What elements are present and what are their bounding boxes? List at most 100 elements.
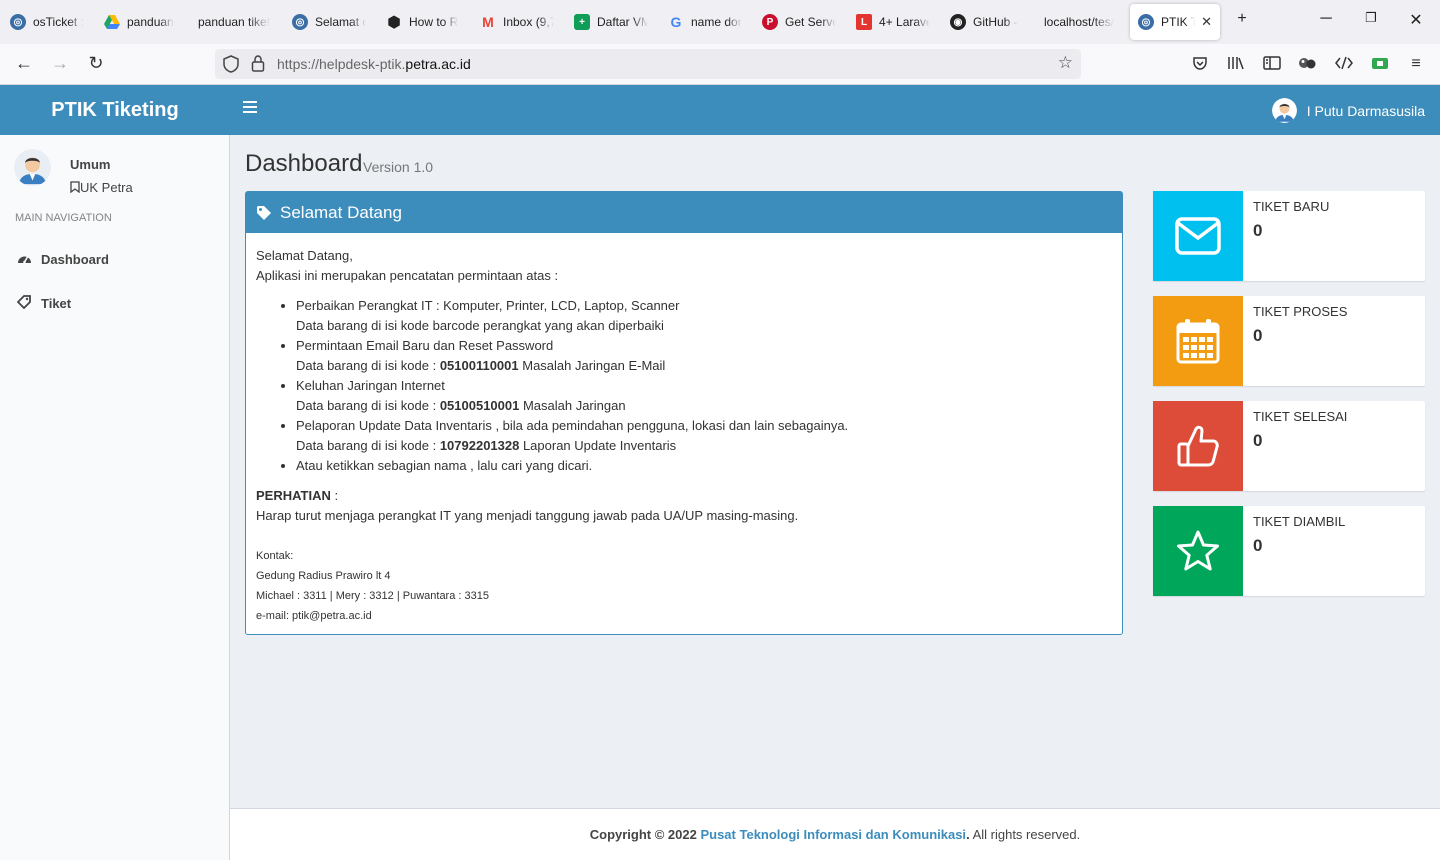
contact-info: Kontak: Gedung Radius Prawiro lt 4 Micha… xyxy=(256,546,1112,626)
service-detail-text: Data barang di isi kode : xyxy=(296,398,440,413)
avatar xyxy=(1271,98,1297,123)
back-icon[interactable]: ← xyxy=(12,53,36,74)
hexagon-icon: ⬢ xyxy=(387,14,401,31)
browser-tab[interactable]: ⬢ How to R xyxy=(386,4,460,40)
service-title: Keluhan Jaringan Internet xyxy=(296,378,445,393)
stat-box-tiket-diambil[interactable]: TIKET DIAMBIL 0 xyxy=(1153,506,1425,596)
attention-text: Harap turut menjaga perangkat IT yang me… xyxy=(256,508,799,523)
dashboard-icon xyxy=(17,252,35,267)
library-icon[interactable] xyxy=(1226,55,1246,74)
globe-icon: ◎ xyxy=(292,14,308,30)
browser-tab[interactable]: panduan tiket xyxy=(198,4,272,40)
service-detail: Data barang di isi kode : 10792201328 La… xyxy=(296,436,1112,456)
browser-tab[interactable]: panduan xyxy=(104,4,176,40)
attention-line: PERHATIAN : xyxy=(256,486,1112,506)
service-detail-text: Data barang di isi kode : xyxy=(296,438,440,453)
sidebar-toggle-icon[interactable] xyxy=(1262,55,1282,74)
browser-tab[interactable]: + Daftar VM xyxy=(574,4,648,40)
service-title: Perbaikan Perangkat IT : Komputer, Print… xyxy=(296,298,680,313)
service-detail-text: Data barang di isi kode barcode perangka… xyxy=(296,318,664,333)
stat-label: TIKET BARU xyxy=(1253,199,1330,214)
globe-icon: ◎ xyxy=(1138,14,1154,30)
user-menu[interactable]: I Putu Darmasusila xyxy=(1271,98,1425,123)
browser-tab[interactable]: ◉ GitHub - xyxy=(950,4,1024,40)
service-title: Pelaporan Update Data Inventaris , bila … xyxy=(296,418,849,433)
sidebar: Umum UK Petra MAIN NAVIGATION Dashboard … xyxy=(0,135,230,860)
sidebar-user-org-label: UK Petra xyxy=(80,180,133,195)
reload-icon[interactable]: ↻ xyxy=(84,53,108,74)
browser-tab[interactable]: Gname dor xyxy=(668,4,742,40)
sidebar-item-label: Tiket xyxy=(41,295,72,311)
restore-icon[interactable]: ❐ xyxy=(1361,10,1381,26)
url-prefix: https://helpdesk-ptik. xyxy=(277,56,406,72)
welcome-box-body: Selamat Datang, Aplikasi ini merupakan p… xyxy=(246,233,1122,639)
lock-icon[interactable] xyxy=(251,55,265,75)
sidebar-toggle-button[interactable] xyxy=(243,100,257,119)
bookmark-star-icon[interactable]: ☆ xyxy=(1058,53,1073,73)
stat-box-tiket-baru[interactable]: TIKET BARU 0 xyxy=(1153,191,1425,281)
contact-address: Gedung Radius Prawiro lt 4 xyxy=(256,570,391,582)
google-icon: G xyxy=(670,14,682,30)
minimize-icon[interactable]: ─ xyxy=(1316,10,1336,28)
contact-email: e-mail: ptik@petra.ac.id xyxy=(256,610,372,622)
stat-icon-bg xyxy=(1153,506,1243,596)
stat-label: TIKET SELESAI xyxy=(1253,409,1348,424)
thumbs-up-icon xyxy=(1177,425,1219,467)
nav-header: MAIN NAVIGATION xyxy=(15,212,112,224)
attention-label: PERHATIAN xyxy=(256,488,331,503)
stat-box-tiket-selesai[interactable]: TIKET SELESAI 0 xyxy=(1153,401,1425,491)
browser-tab[interactable]: ◎ Selamat d xyxy=(292,4,366,40)
page-subtitle: Version 1.0 xyxy=(363,159,434,175)
pocket-icon[interactable] xyxy=(1190,55,1210,74)
attention-colon: : xyxy=(330,488,339,503)
browser-tab[interactable]: L 4+ Larave xyxy=(856,4,930,40)
new-tab-icon[interactable]: + xyxy=(1232,10,1252,28)
browser-tab[interactable]: ◎ osTicket : xyxy=(10,4,84,40)
green-extension-icon[interactable] xyxy=(1370,55,1390,74)
item-code: 05100110001 xyxy=(439,358,519,373)
menu-icon[interactable]: ≡ xyxy=(1406,55,1426,73)
url-bar[interactable]: https://helpdesk-ptik.petra.ac.id ☆ xyxy=(215,49,1081,79)
sidebar-item-dashboard[interactable]: Dashboard xyxy=(17,249,109,269)
envelope-icon xyxy=(1175,217,1221,255)
bookmark-icon xyxy=(70,181,80,194)
globe-icon: ◎ xyxy=(10,14,26,30)
header-user-name: I Putu Darmasusila xyxy=(1306,102,1425,119)
stat-label: TIKET DIAMBIL xyxy=(1253,514,1346,529)
list-item: Permintaan Email Baru dan Reset Password… xyxy=(296,336,1112,376)
forward-icon[interactable]: → xyxy=(48,53,72,74)
welcome-box-title: Selamat Datang xyxy=(280,202,402,222)
footer-org-link[interactable]: Pusat Teknologi Informasi dan Komunikasi xyxy=(700,827,966,842)
service-detail: Data barang di isi kode barcode perangka… xyxy=(296,316,1112,336)
service-title: Permintaan Email Baru dan Reset Password xyxy=(296,338,554,353)
stat-box-tiket-proses[interactable]: TIKET PROSES 0 xyxy=(1153,296,1425,386)
contact-label: Kontak: xyxy=(256,550,294,562)
item-code: 10792201328 xyxy=(439,438,520,453)
stat-value: 0 xyxy=(1253,326,1263,345)
calendar-icon xyxy=(1176,319,1220,364)
browser-tab[interactable]: P Get Serve xyxy=(762,4,836,40)
close-icon[interactable]: ✕ xyxy=(1201,14,1212,30)
extension-icon[interactable] xyxy=(1297,55,1317,74)
sidebar-item-tiket[interactable]: Tiket xyxy=(16,293,72,313)
welcome-intro: Aplikasi ini merupakan pencatatan permin… xyxy=(256,268,559,283)
browser-tab-bar: ◎ osTicket : panduan panduan tiket ◎ Selam… xyxy=(0,0,1440,44)
sidebar-user-org: UK Petra xyxy=(70,180,133,195)
stat-icon-bg xyxy=(1153,401,1243,491)
browser-nav-bar: ← → ↻ https://helpdesk-ptik.petra.ac.id … xyxy=(0,44,1440,85)
github-icon: ◉ xyxy=(950,14,966,30)
browser-tab[interactable]: M Inbox (9,7 xyxy=(480,4,554,40)
laravel-icon: L xyxy=(856,14,872,30)
list-item: Keluhan Jaringan Internet Data barang di… xyxy=(296,376,1112,416)
app-logo[interactable]: PTIK Tiketing xyxy=(0,85,230,135)
sidebar-user-name: Umum xyxy=(70,157,111,172)
app-header: PTIK Tiketing I Putu Darmasusila xyxy=(0,85,1440,135)
dev-tools-icon[interactable] xyxy=(1334,55,1354,74)
window-close-icon[interactable]: ✕ xyxy=(1406,10,1426,30)
list-item: Pelaporan Update Data Inventaris , bila … xyxy=(296,416,1112,456)
browser-tab[interactable]: localhost/tes/ xyxy=(1044,4,1118,40)
shield-icon[interactable] xyxy=(223,55,239,76)
hamburger-icon xyxy=(243,101,257,113)
browser-tab-active[interactable]: ◎PTIK Ti✕ xyxy=(1130,4,1220,40)
url-text: https://helpdesk-ptik.petra.ac.id xyxy=(277,56,471,72)
